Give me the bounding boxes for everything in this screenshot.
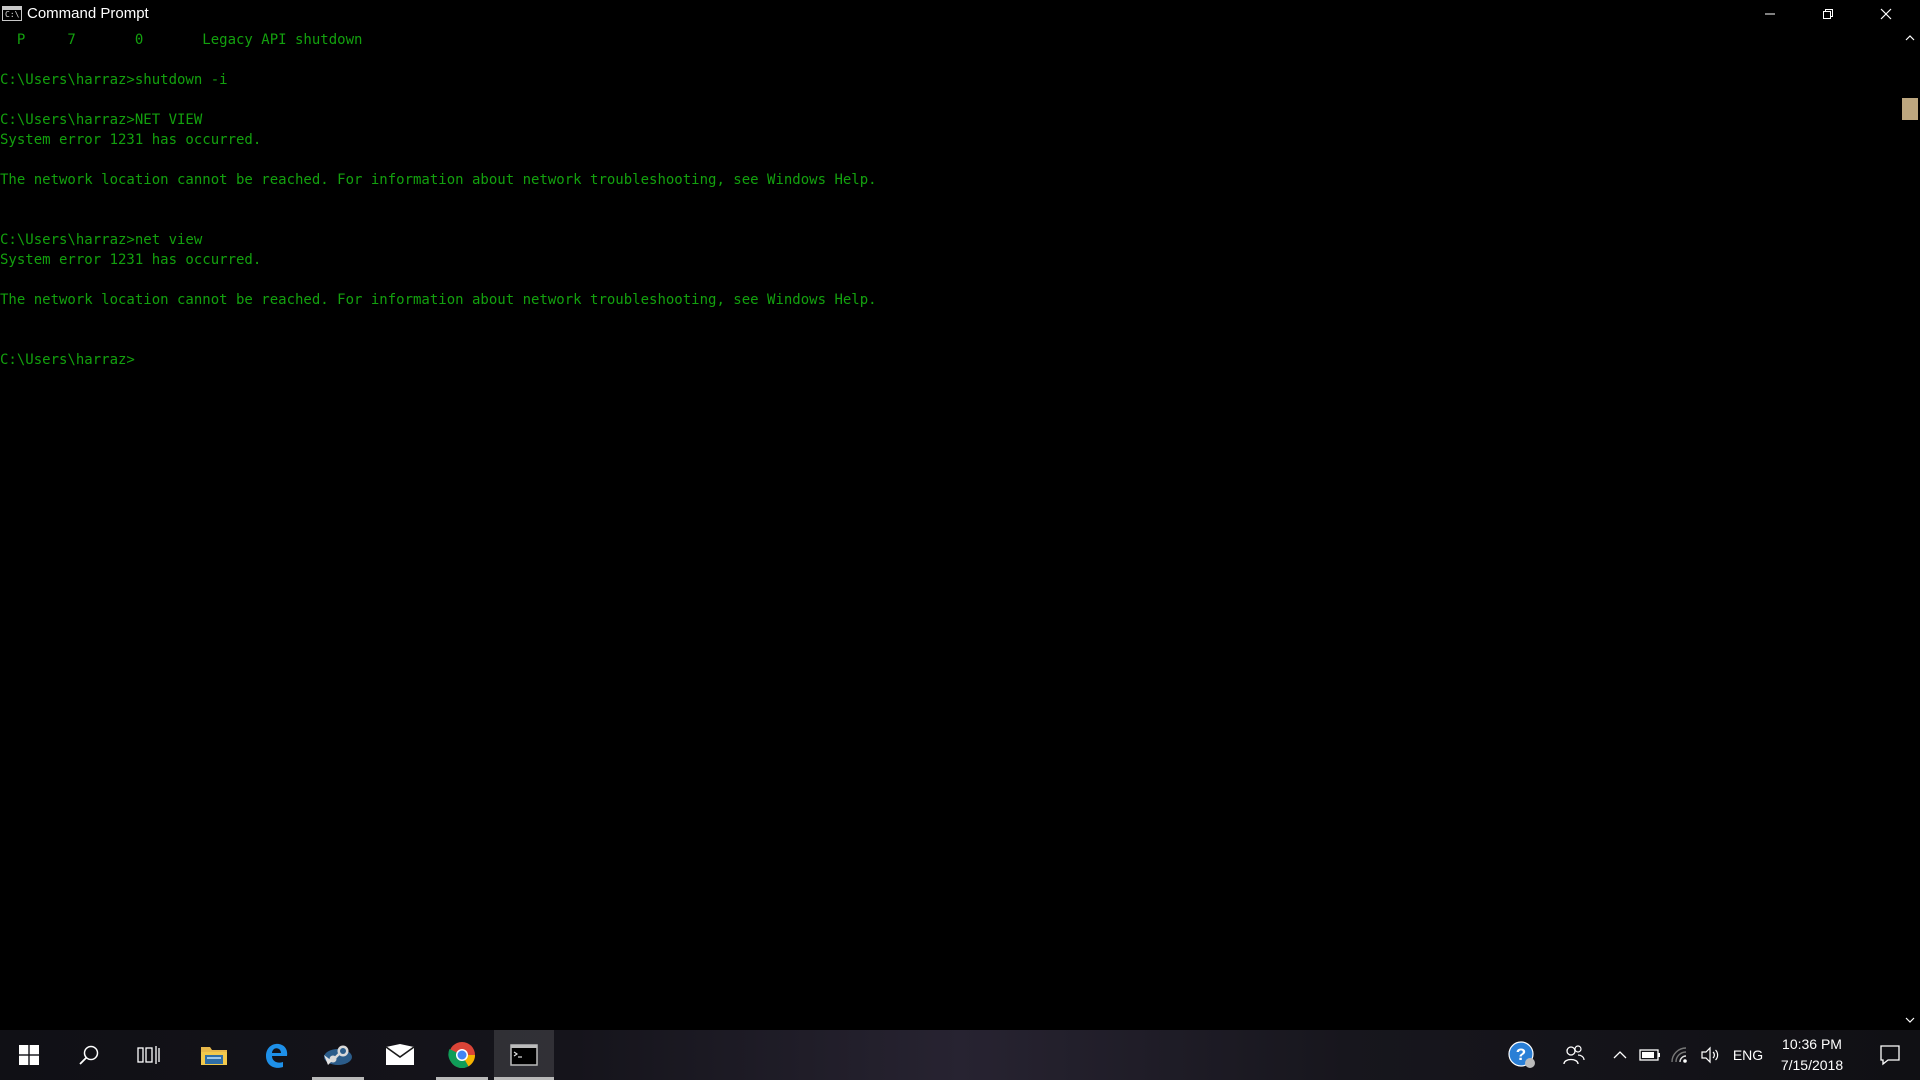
show-hidden-icons-button[interactable] [1608, 1030, 1632, 1080]
console-line: System error 1231 has occurred. [0, 252, 262, 268]
close-button[interactable] [1857, 0, 1915, 28]
battery-icon [1639, 1049, 1660, 1061]
taskbar-steam[interactable] [312, 1030, 364, 1080]
people-icon [1563, 1045, 1585, 1065]
folder-icon [201, 1047, 227, 1065]
minimize-icon [1765, 13, 1775, 15]
clock-date: 7/15/2018 [1780, 1057, 1844, 1073]
restore-button[interactable] [1799, 0, 1857, 28]
console-line: System error 1231 has occurred. [0, 132, 262, 148]
console-line: The network location cannot be reached. … [0, 292, 877, 308]
cmd-icon-text: C:\ [5, 10, 20, 19]
help-tray-button[interactable]: ? [1500, 1030, 1544, 1080]
chevron-down-icon [1905, 1017, 1915, 1023]
desktop-screen: C:\ Command Prompt P 7 0 Legacy API shut… [0, 0, 1920, 1080]
battery-button[interactable] [1636, 1030, 1664, 1080]
restore-icon [1823, 9, 1833, 19]
taskbar-chrome[interactable] [436, 1030, 488, 1080]
volume-icon [1701, 1046, 1719, 1064]
mail-icon [385, 1044, 415, 1065]
help-icon: ? [1508, 1041, 1535, 1068]
window-title: Command Prompt [27, 5, 149, 22]
windows-logo-icon [19, 1045, 39, 1065]
taskbar-mail[interactable] [374, 1030, 426, 1080]
chevron-up-icon [1613, 1051, 1627, 1059]
volume-button[interactable] [1696, 1030, 1724, 1080]
chrome-icon [448, 1042, 476, 1069]
cmd-icon [510, 1044, 538, 1066]
minimize-button[interactable] [1741, 0, 1799, 28]
taskbar-command-prompt[interactable] [494, 1030, 554, 1080]
start-button[interactable] [0, 1030, 58, 1080]
console-prompt-line[interactable]: C:\Users\harraz> [0, 350, 1900, 370]
console-line: C:\Users\harraz>shutdown -i [0, 72, 228, 88]
action-center-button[interactable] [1868, 1030, 1912, 1080]
steam-icon [324, 1045, 352, 1065]
taskbar: ? ENG 10:36 PM 7/15/2018 [0, 1030, 1920, 1080]
taskbar-file-explorer[interactable] [188, 1030, 240, 1080]
search-icon [79, 1045, 99, 1065]
chevron-up-icon [1905, 35, 1915, 41]
console-output[interactable]: P 7 0 Legacy API shutdown C:\Users\harra… [0, 30, 1900, 1030]
task-view-button[interactable] [122, 1030, 176, 1080]
clock-time: 10:36 PM [1782, 1036, 1842, 1052]
svg-text:?: ? [1516, 1045, 1526, 1064]
console-line: C:\Users\harraz>NET VIEW [0, 112, 203, 128]
network-icon [1671, 1047, 1687, 1063]
cmd-icon[interactable]: C:\ [2, 6, 22, 21]
window-titlebar[interactable]: C:\ Command Prompt [0, 0, 1920, 28]
edge-icon [266, 1043, 288, 1068]
console-line: P 7 0 Legacy API shutdown [0, 32, 363, 48]
console-line: C:\Users\harraz>net view [0, 232, 203, 248]
clock[interactable]: 10:36 PM 7/15/2018 [1758, 1030, 1866, 1080]
task-view-icon [137, 1046, 160, 1064]
people-button[interactable] [1554, 1030, 1594, 1080]
scroll-down-button[interactable] [1900, 1010, 1920, 1030]
search-button[interactable] [62, 1030, 116, 1080]
notification-icon [1880, 1045, 1900, 1066]
scroll-thumb[interactable] [1902, 98, 1918, 120]
vertical-scrollbar[interactable] [1900, 28, 1920, 1030]
scroll-up-button[interactable] [1900, 28, 1920, 48]
network-button[interactable] [1666, 1030, 1694, 1080]
close-icon [1880, 8, 1892, 20]
taskbar-edge[interactable] [250, 1030, 302, 1080]
console-line: The network location cannot be reached. … [0, 172, 877, 188]
